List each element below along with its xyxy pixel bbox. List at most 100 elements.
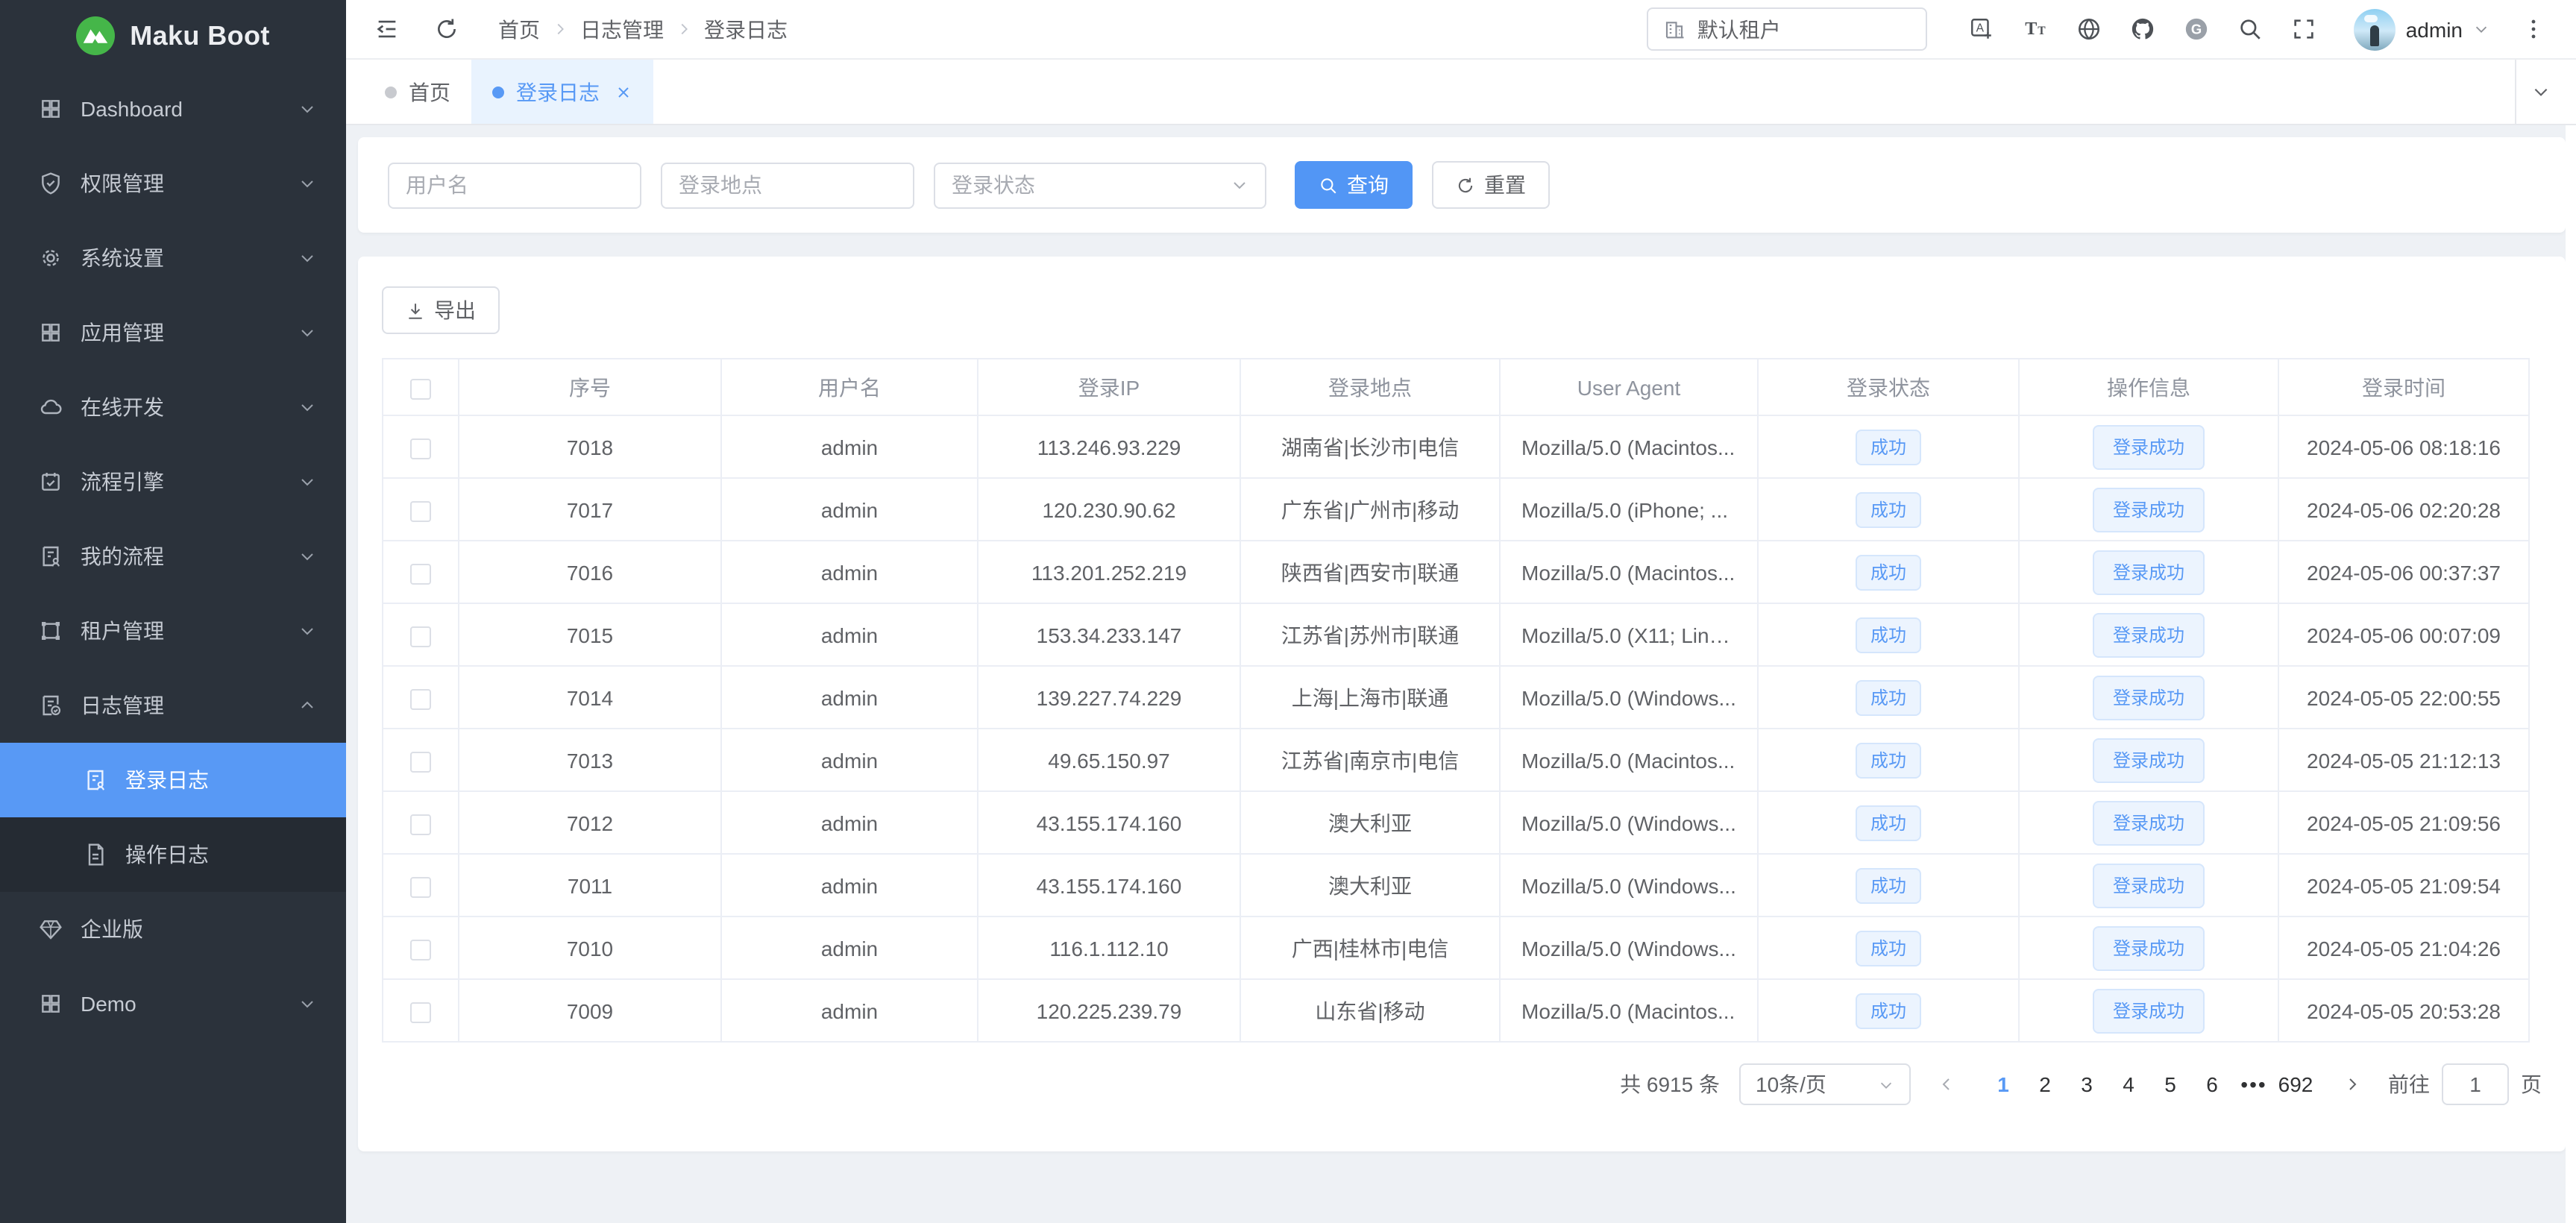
row-checkbox[interactable] (410, 876, 431, 897)
chevron-down-icon (298, 324, 316, 342)
op-info-button[interactable]: 登录成功 (2093, 800, 2204, 845)
op-info-button[interactable]: 登录成功 (2093, 738, 2204, 782)
cell-user-agent: Mozilla/5.0 (Macintos... (1500, 729, 1758, 791)
op-info-button[interactable]: 登录成功 (2093, 550, 2204, 594)
tab-0[interactable]: 首页 (364, 60, 471, 124)
pagination-ellipsis[interactable]: ••• (2233, 1072, 2275, 1096)
row-checkbox[interactable] (410, 626, 431, 647)
github-icon[interactable] (2121, 7, 2166, 51)
tab-active[interactable]: 登录日志 (471, 60, 653, 124)
select-all-checkbox[interactable] (410, 378, 431, 399)
scrollbar-gutter[interactable] (2566, 125, 2576, 1223)
page-number-3[interactable]: 3 (2066, 1072, 2108, 1096)
op-info-button[interactable]: 登录成功 (2093, 925, 2204, 970)
fullscreen-icon[interactable] (2282, 7, 2327, 51)
page-number-6[interactable]: 6 (2191, 1072, 2233, 1096)
col-time: 登录时间 (2278, 359, 2529, 415)
cell-id: 7009 (459, 979, 721, 1042)
gear-icon (39, 246, 63, 270)
cell-location: 山东省|移动 (1240, 979, 1500, 1042)
sidebar-item-online-dev[interactable]: 在线开发 (0, 370, 346, 444)
row-checkbox[interactable] (410, 814, 431, 834)
op-info-button[interactable]: 登录成功 (2093, 487, 2204, 532)
cell-ip: 120.225.239.79 (978, 979, 1240, 1042)
cell-location: 陕西省|西安市|联通 (1240, 541, 1500, 603)
translate-icon[interactable] (1960, 7, 2005, 51)
cell-id: 7018 (459, 415, 721, 478)
more-settings-icon[interactable] (2510, 7, 2555, 51)
font-size-icon[interactable] (2014, 7, 2058, 51)
row-checkbox[interactable] (410, 438, 431, 459)
row-checkbox[interactable] (410, 500, 431, 521)
grid-icon (39, 321, 63, 345)
op-info-button[interactable]: 登录成功 (2093, 612, 2204, 657)
sidebar-item-log[interactable]: 日志管理 (0, 668, 346, 743)
breadcrumb-login-log[interactable]: 登录日志 (704, 14, 788, 44)
sidebar-item-dashboard[interactable]: Dashboard (0, 72, 346, 146)
username-input[interactable] (388, 162, 641, 208)
page-size-select[interactable]: 10条/页 (1739, 1063, 1911, 1105)
cell-user-agent: Mozilla/5.0 (Macintos... (1500, 541, 1758, 603)
goto-page-input[interactable] (2442, 1063, 2509, 1105)
sidebar-item-demo[interactable]: Demo (0, 966, 346, 1041)
page-number-2[interactable]: 2 (2024, 1072, 2066, 1096)
row-checkbox[interactable] (410, 688, 431, 709)
breadcrumb-home[interactable]: 首页 (498, 14, 540, 44)
op-info-button[interactable]: 登录成功 (2093, 675, 2204, 720)
sidebar-item-workflow[interactable]: 流程引擎 (0, 444, 346, 519)
sidebar-item-op-log[interactable]: 操作日志 (0, 817, 346, 892)
op-info-button[interactable]: 登录成功 (2093, 424, 2204, 469)
row-checkbox[interactable] (410, 939, 431, 960)
sidebar-item-permission[interactable]: 权限管理 (0, 146, 346, 221)
tab-dot (492, 86, 504, 98)
reset-button[interactable]: 重置 (1432, 161, 1550, 209)
login-status-select[interactable]: 登录状态 (934, 162, 1266, 208)
query-button[interactable]: 查询 (1295, 161, 1413, 209)
op-info-button[interactable]: 登录成功 (2093, 863, 2204, 908)
sidebar-item-enterprise[interactable]: 企业版 (0, 892, 346, 966)
row-checkbox[interactable] (410, 751, 431, 772)
status-badge: 成功 (1856, 554, 1921, 590)
gitee-icon[interactable] (2175, 7, 2220, 51)
status-badge: 成功 (1856, 993, 1921, 1028)
collapse-sidebar-icon[interactable] (364, 7, 409, 51)
prev-page-icon[interactable] (1930, 1075, 1963, 1093)
goto-label: 前往 (2388, 1069, 2430, 1099)
cell-time: 2024-05-06 00:37:37 (2278, 541, 2529, 603)
tenant-select[interactable]: 默认租户 (1647, 7, 1927, 51)
user-menu[interactable]: admin (2354, 8, 2489, 50)
status-badge: 成功 (1856, 930, 1921, 966)
sidebar-item-tenant[interactable]: 租户管理 (0, 594, 346, 668)
goto-suffix: 页 (2521, 1069, 2542, 1099)
breadcrumb-log[interactable]: 日志管理 (580, 14, 664, 44)
search-icon[interactable] (2228, 7, 2273, 51)
cell-time: 2024-05-06 00:07:09 (2278, 603, 2529, 666)
tabs-dropdown-icon[interactable] (2515, 60, 2566, 124)
cell-user-agent: Mozilla/5.0 (Windows... (1500, 854, 1758, 917)
sidebar-item-label: 应用管理 (81, 318, 164, 348)
cell-id: 7012 (459, 791, 721, 854)
page-number-1[interactable]: 1 (1982, 1072, 2024, 1096)
refresh-icon[interactable] (424, 7, 468, 51)
row-checkbox[interactable] (410, 1002, 431, 1022)
row-checkbox[interactable] (410, 563, 431, 584)
sidebar-item-login-log[interactable]: 登录日志 (0, 743, 346, 817)
op-info-button[interactable]: 登录成功 (2093, 988, 2204, 1033)
page-number-last[interactable]: 692 (2275, 1072, 2316, 1096)
cell-ip: 43.155.174.160 (978, 854, 1240, 917)
export-button[interactable]: 导出 (382, 286, 500, 334)
next-page-icon[interactable] (2336, 1075, 2369, 1093)
close-icon[interactable] (615, 83, 632, 101)
page-number-4[interactable]: 4 (2108, 1072, 2149, 1096)
sidebar-item-system[interactable]: 系统设置 (0, 221, 346, 295)
globe-icon[interactable] (2067, 7, 2112, 51)
doc-icon (84, 843, 107, 867)
shield-icon (39, 172, 63, 195)
page-number-5[interactable]: 5 (2149, 1072, 2191, 1096)
table-row: 7017 admin 120.230.90.62 广东省|广州市|移动 Mozi… (383, 478, 2529, 541)
login-location-input[interactable] (661, 162, 914, 208)
sidebar-item-my-flow[interactable]: 我的流程 (0, 519, 346, 594)
cell-username: admin (721, 917, 978, 979)
cell-time: 2024-05-06 08:18:16 (2278, 415, 2529, 478)
sidebar-item-application[interactable]: 应用管理 (0, 295, 346, 370)
